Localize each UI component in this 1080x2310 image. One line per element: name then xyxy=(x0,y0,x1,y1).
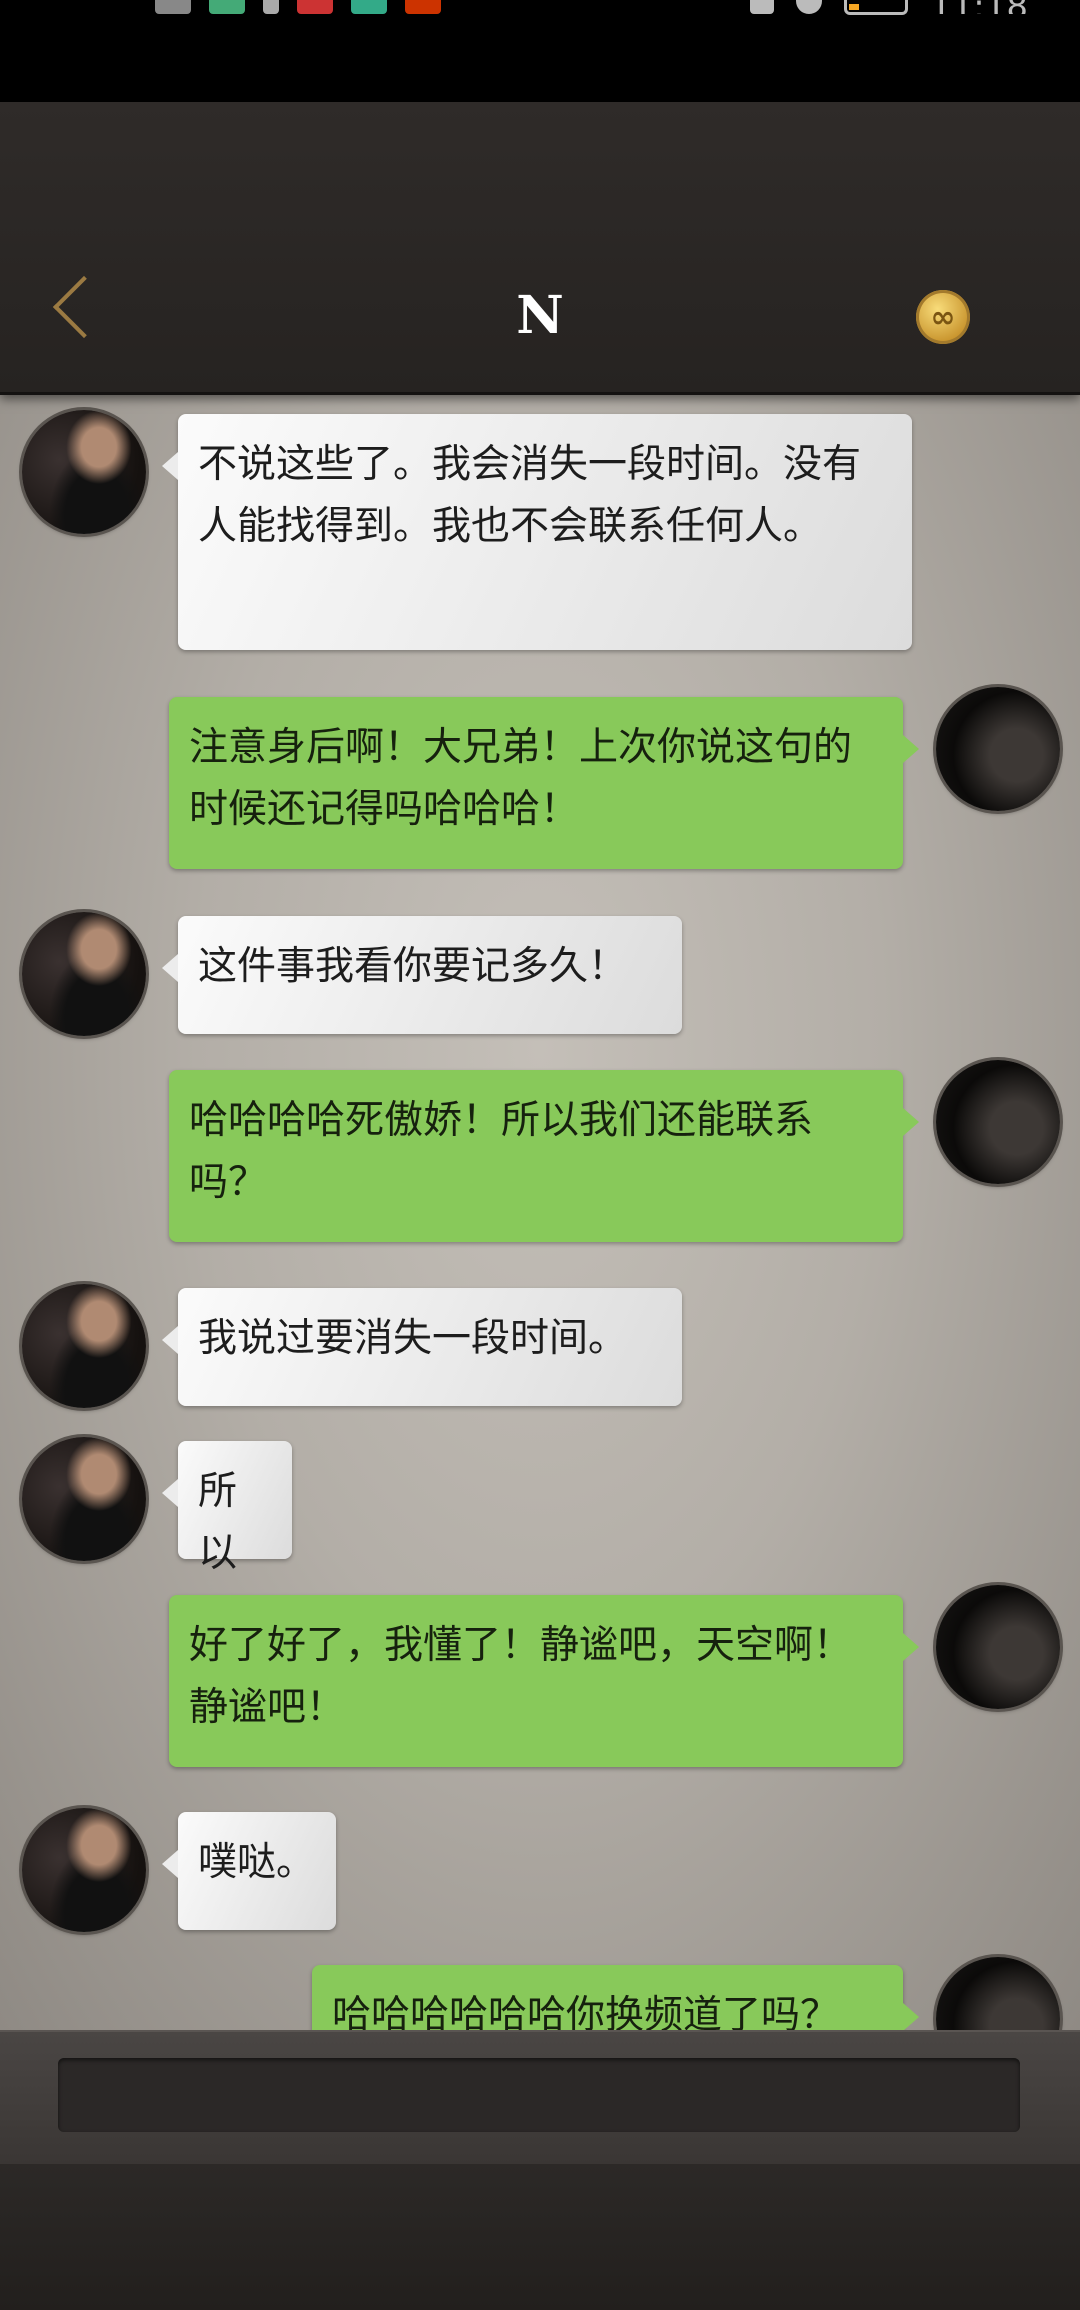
status-time: 11:18 xyxy=(930,0,1028,14)
wifi-icon xyxy=(209,0,245,14)
app-notification-icon xyxy=(351,0,387,14)
message-list[interactable]: 不说这些了。我会消失一段时间。没有人能找得到。我也不会联系任何人。 注意身后啊！… xyxy=(0,392,1080,2030)
message-bubble[interactable]: 不说这些了。我会消失一段时间。没有人能找得到。我也不会联系任何人。 xyxy=(162,414,912,650)
avatar[interactable] xyxy=(936,1060,1060,1184)
message-bubble[interactable]: 哈哈哈哈死傲娇！所以我们还能联系吗？ xyxy=(169,1070,919,1242)
message-bubble[interactable]: 哈哈哈哈哈哈你换频道了吗？ xyxy=(312,1965,919,2030)
avatar[interactable] xyxy=(936,1585,1060,1709)
message-bubble[interactable]: 我说过要消失一段时间。 xyxy=(162,1288,682,1406)
avatar[interactable] xyxy=(22,1437,146,1561)
bottom-panel xyxy=(0,2164,1080,2310)
notification-icon xyxy=(263,0,279,14)
app-notification-icon xyxy=(297,0,333,14)
message-bubble[interactable]: 所以 xyxy=(162,1441,292,1576)
alarm-icon xyxy=(796,0,823,14)
message-bubble[interactable]: 这件事我看你要记多久！ xyxy=(162,916,682,1034)
app-notification-icon xyxy=(405,0,441,14)
status-icons-right: 11:18 xyxy=(750,0,1028,15)
message-bubble[interactable]: 好了好了，我懂了！静谧吧，天空啊！静谧吧！ xyxy=(169,1595,919,1767)
status-bar: 11:18 xyxy=(0,0,1080,102)
message-bubble[interactable]: 噗哒。 xyxy=(162,1812,336,1930)
avatar[interactable] xyxy=(22,1284,146,1408)
avatar[interactable] xyxy=(22,1808,146,1932)
status-icons-left xyxy=(155,0,441,14)
mute-icon xyxy=(750,0,775,14)
message-input[interactable] xyxy=(58,2058,1020,2132)
avatar[interactable] xyxy=(936,687,1060,811)
signal-icon xyxy=(155,0,191,14)
input-bar xyxy=(0,2030,1080,2166)
avatar[interactable] xyxy=(22,912,146,1036)
avatar[interactable] xyxy=(936,1957,1060,2030)
chat-header xyxy=(0,102,1080,395)
avatar[interactable] xyxy=(22,410,146,534)
message-bubble[interactable]: 注意身后啊！大兄弟！上次你说这句的时候还记得吗哈哈哈！ xyxy=(169,697,919,869)
battery-icon xyxy=(844,0,909,15)
infinity-coin-icon[interactable]: ∞ xyxy=(916,290,970,344)
